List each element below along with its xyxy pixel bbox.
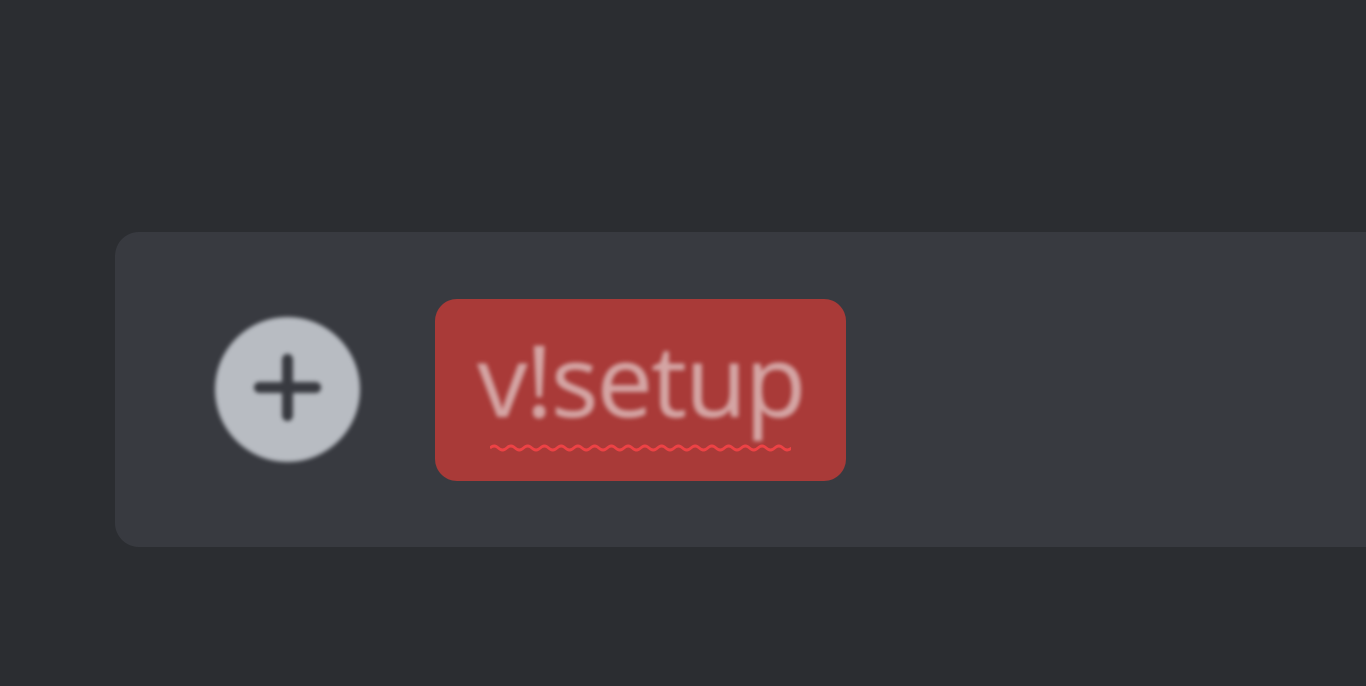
plus-icon [250,350,325,430]
spellcheck-underline [490,435,791,443]
input-text-wrapper[interactable]: v!setup [435,299,846,481]
attach-button[interactable] [215,317,360,462]
text-selection-highlight: v!setup [435,299,846,481]
message-input-text[interactable]: v!setup [477,311,804,447]
message-input-container[interactable]: v!setup [115,232,1366,547]
